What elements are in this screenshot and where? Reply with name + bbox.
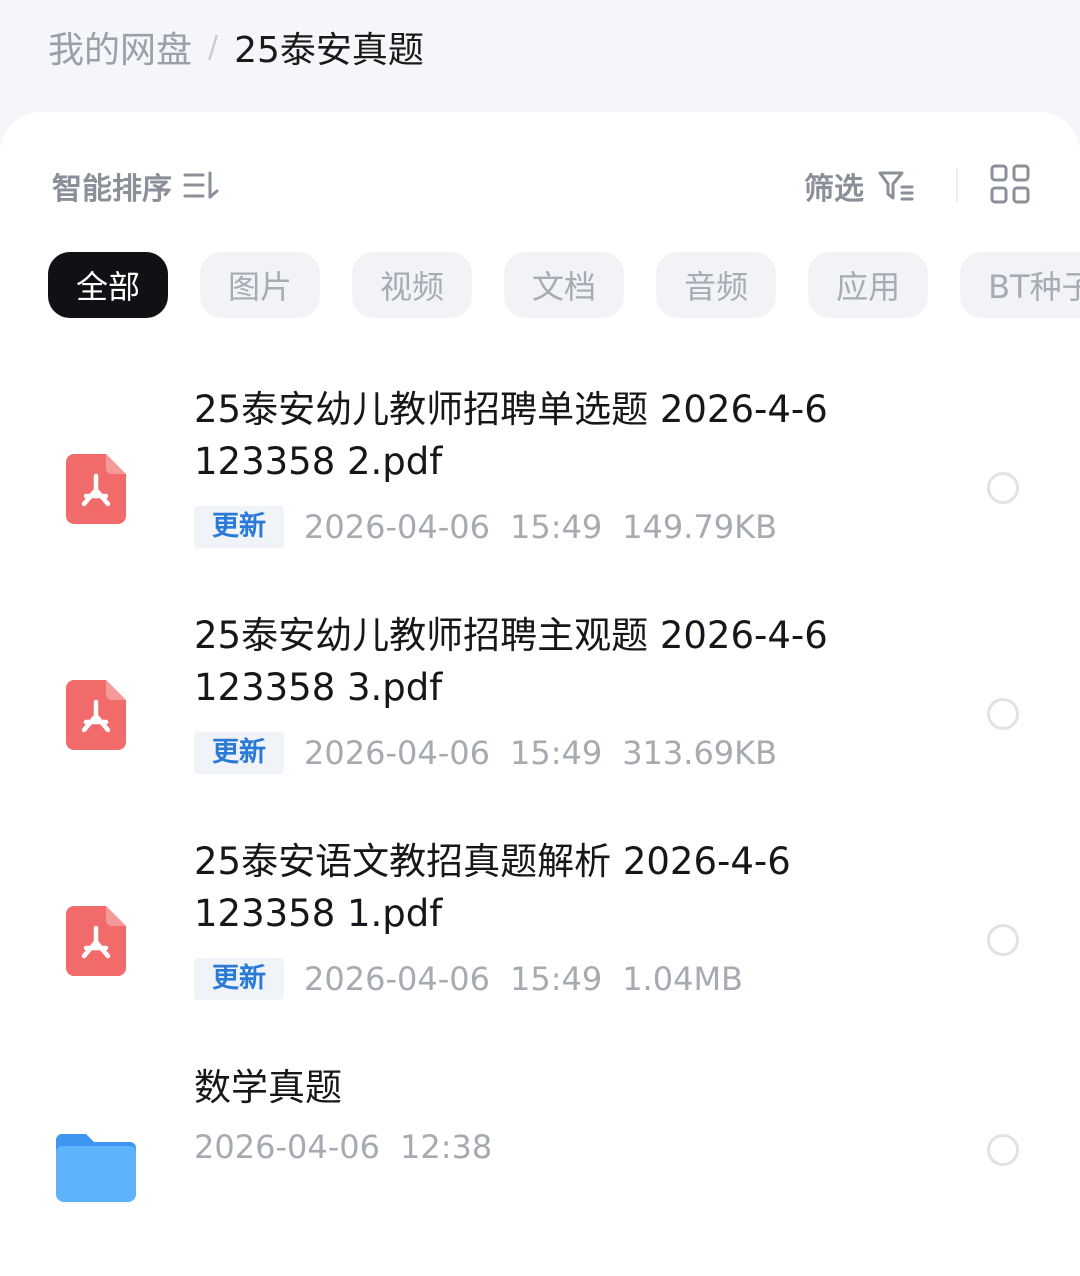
- file-date: 2026-04-06: [304, 960, 490, 998]
- update-badge: 更新: [194, 958, 284, 1000]
- file-date: 2026-04-06: [304, 734, 490, 772]
- pdf-icon: [66, 906, 126, 976]
- file-meta: 更新 2026-04-06 15:49 1.04MB: [194, 958, 743, 1000]
- file-meta: 更新 2026-04-06 15:49 149.79KB: [194, 506, 777, 548]
- breadcrumb-separator: /: [208, 29, 219, 65]
- breadcrumb-root[interactable]: 我的网盘: [48, 21, 192, 73]
- update-badge: 更新: [194, 732, 284, 774]
- toolbar-divider: [956, 168, 958, 202]
- file-date: 2026-04-06: [304, 508, 490, 546]
- sort-icon: [182, 169, 222, 203]
- folder-date: 2026-04-06: [194, 1128, 380, 1166]
- breadcrumb: 我的网盘 / 25泰安真题: [48, 22, 424, 72]
- file-name-line2: 123358 3.pdf: [194, 666, 443, 709]
- folder-name: 数学真题: [194, 1066, 342, 1109]
- tab-videos[interactable]: 视频: [352, 252, 473, 318]
- file-name: 25泰安语文教招真题解析 2026-4-6 123358 1.pdf: [194, 836, 894, 940]
- file-name-line1: 25泰安语文教招真题解析 2026-4-6: [194, 840, 791, 883]
- file-name-line1: 25泰安幼儿教师招聘主观题 2026-4-6: [194, 614, 828, 657]
- file-name: 25泰安幼儿教师招聘单选题 2026-4-6 123358 2.pdf: [194, 384, 894, 488]
- toolbar: 智能排序 筛选: [0, 164, 1080, 208]
- filter-icon: [878, 170, 914, 202]
- folder-meta: 2026-04-06 12:38: [194, 1128, 492, 1166]
- filter-button[interactable]: 筛选: [804, 164, 914, 208]
- tab-images[interactable]: 图片: [200, 252, 321, 318]
- tab-audio[interactable]: 音频: [656, 252, 777, 318]
- file-name: 25泰安幼儿教师招聘主观题 2026-4-6 123358 3.pdf: [194, 610, 894, 714]
- select-radio[interactable]: [987, 698, 1019, 730]
- pdf-icon: [66, 454, 126, 524]
- select-radio[interactable]: [987, 924, 1019, 956]
- breadcrumb-current: 25泰安真题: [234, 30, 424, 71]
- tab-bt-torrents[interactable]: BT种子: [960, 252, 1080, 318]
- grid-view-button[interactable]: [990, 164, 1030, 204]
- file-time: 15:49: [509, 734, 603, 772]
- sort-label: 智能排序: [52, 172, 172, 207]
- folder-icon: [56, 1134, 136, 1202]
- file-list-panel: 智能排序 筛选 全部 图片 视频 文档 音频 应用 BT种子 25泰安幼儿教师招…: [0, 112, 1080, 1276]
- select-radio[interactable]: [987, 1134, 1019, 1166]
- filter-label: 筛选: [804, 172, 864, 207]
- grid-view-icon: [990, 164, 1030, 204]
- sort-button[interactable]: 智能排序: [52, 164, 222, 208]
- folder-time: 12:38: [399, 1128, 493, 1166]
- file-time: 15:49: [509, 508, 603, 546]
- category-tabs: 全部 图片 视频 文档 音频 应用 BT种子: [48, 252, 1080, 318]
- pdf-icon: [66, 680, 126, 750]
- select-radio[interactable]: [987, 472, 1019, 504]
- file-meta: 更新 2026-04-06 15:49 313.69KB: [194, 732, 777, 774]
- tab-all[interactable]: 全部: [48, 252, 169, 318]
- file-size: 313.69KB: [622, 734, 778, 772]
- file-time: 15:49: [509, 960, 603, 998]
- tab-apps[interactable]: 应用: [808, 252, 929, 318]
- file-name-line2: 123358 1.pdf: [194, 892, 443, 935]
- file-size: 1.04MB: [622, 960, 743, 998]
- tab-documents[interactable]: 文档: [504, 252, 625, 318]
- file-size: 149.79KB: [622, 508, 778, 546]
- file-name-line2: 123358 2.pdf: [194, 440, 443, 483]
- update-badge: 更新: [194, 506, 284, 548]
- file-name-line1: 25泰安幼儿教师招聘单选题 2026-4-6: [194, 388, 828, 431]
